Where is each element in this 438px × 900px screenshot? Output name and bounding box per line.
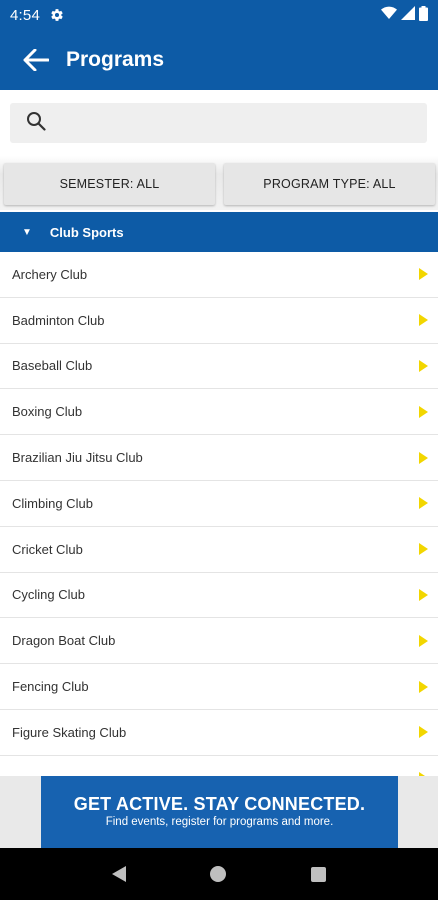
list-item[interactable]: Archery Club [0, 252, 438, 298]
chevron-right-icon [419, 268, 428, 281]
semester-filter-button[interactable]: SEMESTER: ALL [4, 163, 215, 205]
list-item[interactable]: Cycling Club [0, 573, 438, 619]
status-icons [381, 5, 428, 25]
list-item[interactable]: Boxing Club [0, 389, 438, 436]
app-bar: Programs [0, 30, 438, 90]
search-bar[interactable] [10, 103, 427, 143]
list-item-label: Boxing Club [12, 404, 83, 420]
page-title: Programs [66, 48, 165, 71]
list-item[interactable] [0, 756, 438, 776]
back-arrow-icon[interactable] [0, 30, 72, 90]
battery-icon [419, 5, 428, 25]
list-item[interactable]: Figure Skating Club [0, 710, 438, 756]
section-title: Club Sports [49, 224, 124, 240]
list-item-label: Brazilian Jiu Jitsu Club [12, 450, 143, 466]
list-item-label: Figure Skating Club [12, 724, 127, 740]
settings-gear-icon [50, 8, 64, 22]
program-list: Archery Club Badminton Club Baseball Clu… [0, 252, 438, 776]
status-bar: 4:54 [0, 0, 438, 30]
chevron-right-icon [419, 451, 428, 464]
list-item-label: Archery Club [12, 266, 88, 282]
chevron-right-icon [419, 543, 428, 556]
section-header-club-sports[interactable]: ▼ Club Sports [0, 212, 438, 252]
list-item[interactable]: Cricket Club [0, 527, 438, 573]
banner-subtext: Find events, register for programs and m… [105, 816, 334, 828]
chevron-right-icon [419, 405, 428, 418]
list-item[interactable]: Baseball Club [0, 344, 438, 390]
list-item-label: Badminton Club [12, 312, 105, 328]
list-item[interactable]: Dragon Boat Club [0, 618, 438, 665]
list-item[interactable]: Badminton Club [0, 298, 438, 344]
caret-down-icon: ▼ [22, 226, 32, 238]
promo-banner[interactable]: GET ACTIVE. STAY CONNECTED. Find events,… [41, 776, 398, 848]
chevron-right-icon [419, 497, 428, 510]
chevron-right-icon [419, 314, 428, 327]
list-item[interactable]: Fencing Club [0, 664, 438, 710]
chevron-right-icon [419, 680, 428, 693]
nav-recents-icon[interactable] [310, 866, 326, 882]
list-item-label: Cricket Club [12, 541, 83, 557]
chevron-right-icon [419, 634, 428, 647]
wifi-icon [381, 6, 397, 24]
list-item[interactable]: Climbing Club [0, 481, 438, 527]
program-type-filter-button[interactable]: PROGRAM TYPE: ALL [224, 163, 435, 205]
search-icon [26, 111, 46, 136]
chevron-right-icon [419, 359, 428, 372]
banner-headline: GET ACTIVE. STAY CONNECTED. [73, 794, 366, 814]
search-input[interactable] [56, 114, 396, 132]
nav-home-icon[interactable] [210, 866, 227, 882]
list-item-label: Dragon Boat Club [12, 633, 116, 649]
list-item-label: Climbing Club [12, 495, 93, 511]
status-time: 4:54 [10, 6, 40, 24]
list-item-label: Cycling Club [12, 587, 85, 603]
list-item-label: Baseball Club [12, 358, 93, 374]
list-item-label: Fencing Club [12, 679, 89, 695]
system-nav-bar [0, 848, 438, 900]
list-item[interactable]: Brazilian Jiu Jitsu Club [0, 435, 438, 481]
nav-back-icon[interactable] [112, 866, 127, 882]
chevron-right-icon [419, 588, 428, 601]
signal-icon [401, 6, 415, 24]
chevron-right-icon [419, 726, 428, 739]
